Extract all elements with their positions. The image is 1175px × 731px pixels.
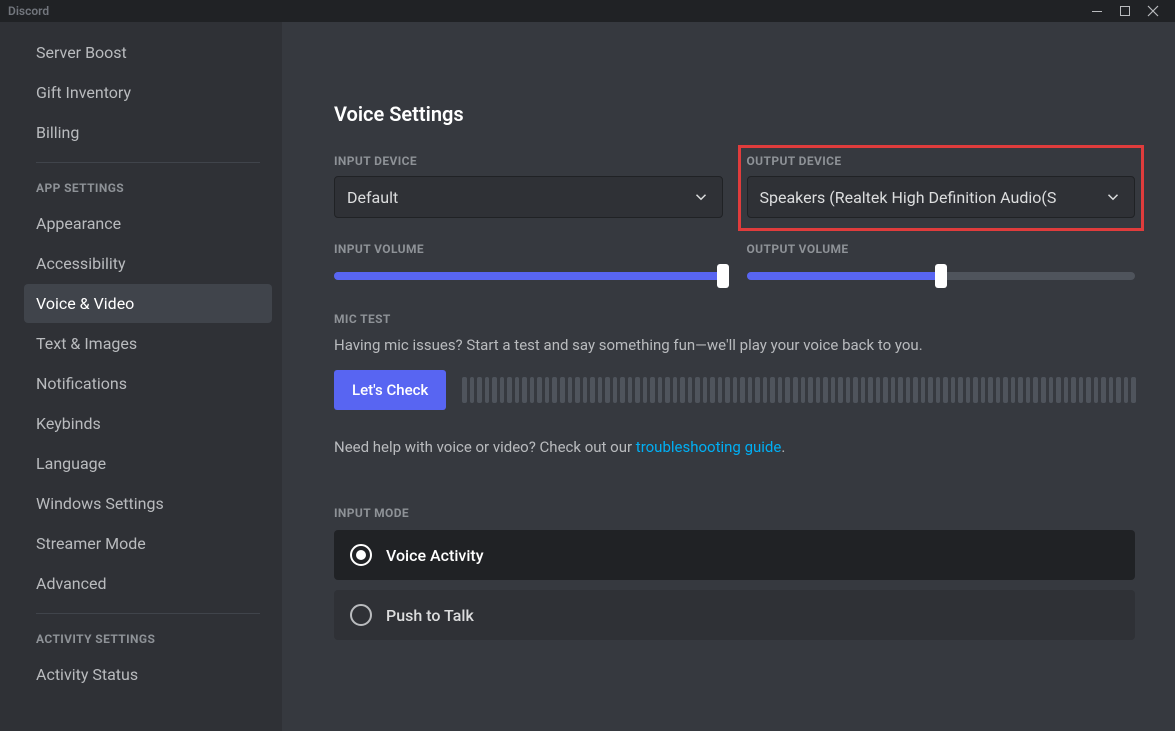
- sidebar-item-text-images[interactable]: Text & Images: [24, 324, 272, 363]
- select-output-device[interactable]: Speakers (Realtek High Definition Audio(…: [747, 176, 1136, 218]
- sidebar-item-notifications[interactable]: Notifications: [24, 364, 272, 403]
- label-input-device: INPUT DEVICE: [334, 154, 723, 168]
- select-output-device-value: Speakers (Realtek High Definition Audio(…: [760, 188, 1097, 207]
- sidebar-divider: [36, 162, 260, 163]
- sidebar-divider: [36, 613, 260, 614]
- radio-icon: [350, 604, 372, 626]
- sidebar-item-advanced[interactable]: Advanced: [24, 564, 272, 603]
- page-title: Voice Settings: [334, 102, 1135, 126]
- sidebar-heading-activity-settings: ACTIVITY SETTINGS: [24, 624, 272, 654]
- sidebar-item-accessibility[interactable]: Accessibility: [24, 244, 272, 283]
- sidebar-item-billing[interactable]: Billing: [24, 113, 272, 152]
- slider-thumb[interactable]: [717, 264, 729, 288]
- label-input-volume: INPUT VOLUME: [334, 242, 723, 256]
- radio-label-voice-activity: Voice Activity: [386, 546, 484, 565]
- help-row: Need help with voice or video? Check out…: [334, 438, 1135, 456]
- text-mic-test-help: Having mic issues? Start a test and say …: [334, 336, 1135, 354]
- help-post: .: [781, 438, 785, 456]
- minimize-button[interactable]: [1083, 0, 1111, 22]
- app-name: Discord: [8, 4, 49, 18]
- content: Voice Settings INPUT DEVICE Default OUTP…: [282, 22, 1175, 731]
- chevron-down-icon: [692, 188, 710, 206]
- radio-label-push-to-talk: Push to Talk: [386, 606, 474, 625]
- sidebar-heading-app-settings: APP SETTINGS: [24, 173, 272, 203]
- help-pre: Need help with voice or video? Check out…: [334, 438, 636, 456]
- label-mic-test: MIC TEST: [334, 312, 1135, 326]
- radio-push-to-talk[interactable]: Push to Talk: [334, 590, 1135, 640]
- radio-voice-activity[interactable]: Voice Activity: [334, 530, 1135, 580]
- slider-thumb[interactable]: [935, 264, 947, 288]
- titlebar: Discord: [0, 0, 1175, 22]
- sidebar-item-activity-status[interactable]: Activity Status: [24, 655, 272, 694]
- sidebar-item-gift-inventory[interactable]: Gift Inventory: [24, 73, 272, 112]
- sidebar-item-streamer-mode[interactable]: Streamer Mode: [24, 524, 272, 563]
- sidebar-item-keybinds[interactable]: Keybinds: [24, 404, 272, 443]
- sidebar-item-voice-video[interactable]: Voice & Video: [24, 284, 272, 323]
- sidebar-item-appearance[interactable]: Appearance: [24, 204, 272, 243]
- select-input-device[interactable]: Default: [334, 176, 723, 218]
- label-output-volume: OUTPUT VOLUME: [747, 242, 1136, 256]
- sidebar-item-language[interactable]: Language: [24, 444, 272, 483]
- troubleshooting-link[interactable]: troubleshooting guide: [636, 438, 782, 456]
- maximize-button[interactable]: [1111, 0, 1139, 22]
- highlight-output-device: OUTPUT DEVICE Speakers (Realtek High Def…: [738, 145, 1145, 231]
- sidebar-item-server-boost[interactable]: Server Boost: [24, 33, 272, 72]
- label-output-device: OUTPUT DEVICE: [747, 154, 1136, 168]
- slider-input-volume[interactable]: [334, 264, 723, 288]
- lets-check-button[interactable]: Let's Check: [334, 370, 446, 410]
- chevron-down-icon: [1104, 188, 1122, 206]
- label-input-mode: INPUT MODE: [334, 506, 1135, 520]
- close-button[interactable]: [1139, 0, 1167, 22]
- sidebar: Server Boost Gift Inventory Billing APP …: [0, 22, 282, 731]
- radio-icon: [350, 544, 372, 566]
- sidebar-item-windows-settings[interactable]: Windows Settings: [24, 484, 272, 523]
- select-input-device-value: Default: [347, 188, 684, 207]
- mic-test-meter: [462, 374, 1135, 406]
- slider-output-volume[interactable]: [747, 264, 1136, 288]
